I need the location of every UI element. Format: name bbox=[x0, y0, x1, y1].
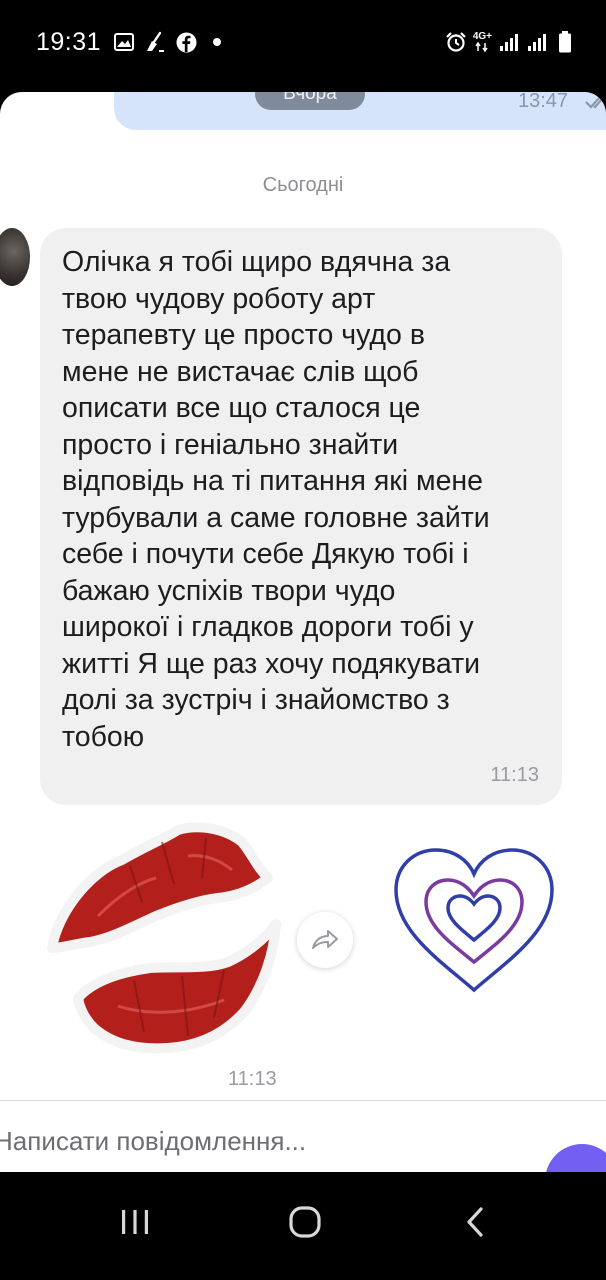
facebook-icon bbox=[175, 31, 197, 53]
status-bar: 19:31 4G+ bbox=[0, 0, 606, 84]
previous-message-time: 13:47 bbox=[518, 92, 569, 112]
sticker-message-time: 11:13 bbox=[228, 1068, 277, 1090]
home-icon bbox=[289, 1206, 321, 1238]
alarm-icon bbox=[445, 31, 467, 53]
day-separator: Сьогодні bbox=[262, 174, 344, 196]
message-input[interactable]: Написати повідомлення... bbox=[0, 1126, 540, 1166]
message-time: 11:13 bbox=[490, 764, 539, 786]
recent-apps-icon bbox=[122, 1210, 148, 1234]
compose-divider bbox=[0, 1100, 606, 1101]
battery-icon bbox=[554, 31, 576, 53]
send-button[interactable] bbox=[545, 1144, 606, 1172]
notification-icons bbox=[113, 31, 228, 53]
back-icon bbox=[467, 1207, 483, 1237]
gallery-icon bbox=[113, 31, 135, 53]
network-type-label: 4G+ bbox=[473, 32, 492, 52]
day-chip: Вчора bbox=[255, 92, 365, 110]
screen: 19:31 4G+ Вчора 13:47 Сьогодні Олічка я … bbox=[0, 0, 606, 1280]
recent-apps-button[interactable] bbox=[105, 1192, 165, 1252]
avatar[interactable] bbox=[0, 228, 30, 286]
dot-icon bbox=[206, 31, 228, 53]
delivered-check-icon bbox=[585, 96, 605, 109]
back-button[interactable] bbox=[445, 1192, 505, 1252]
incoming-message-bubble[interactable]: Олічка я тобі щиро вдячна за твою чудову… bbox=[40, 228, 562, 805]
broom-icon bbox=[144, 31, 166, 53]
signal-icon bbox=[526, 31, 548, 53]
status-time: 19:31 bbox=[36, 27, 102, 56]
home-button[interactable] bbox=[275, 1192, 335, 1252]
message-text: Олічка я тобі щиро вдячна за твою чудову… bbox=[62, 246, 490, 753]
chat-panel: Вчора 13:47 Сьогодні Олічка я тобі щиро … bbox=[0, 92, 606, 1172]
signal-icon bbox=[498, 31, 520, 53]
system-icons: 4G+ bbox=[445, 31, 576, 53]
lips-sticker[interactable] bbox=[38, 820, 282, 1058]
forward-icon bbox=[312, 930, 338, 949]
navigation-bar bbox=[0, 1172, 606, 1280]
heart-sticker[interactable] bbox=[390, 844, 558, 996]
forward-button[interactable] bbox=[297, 912, 353, 968]
